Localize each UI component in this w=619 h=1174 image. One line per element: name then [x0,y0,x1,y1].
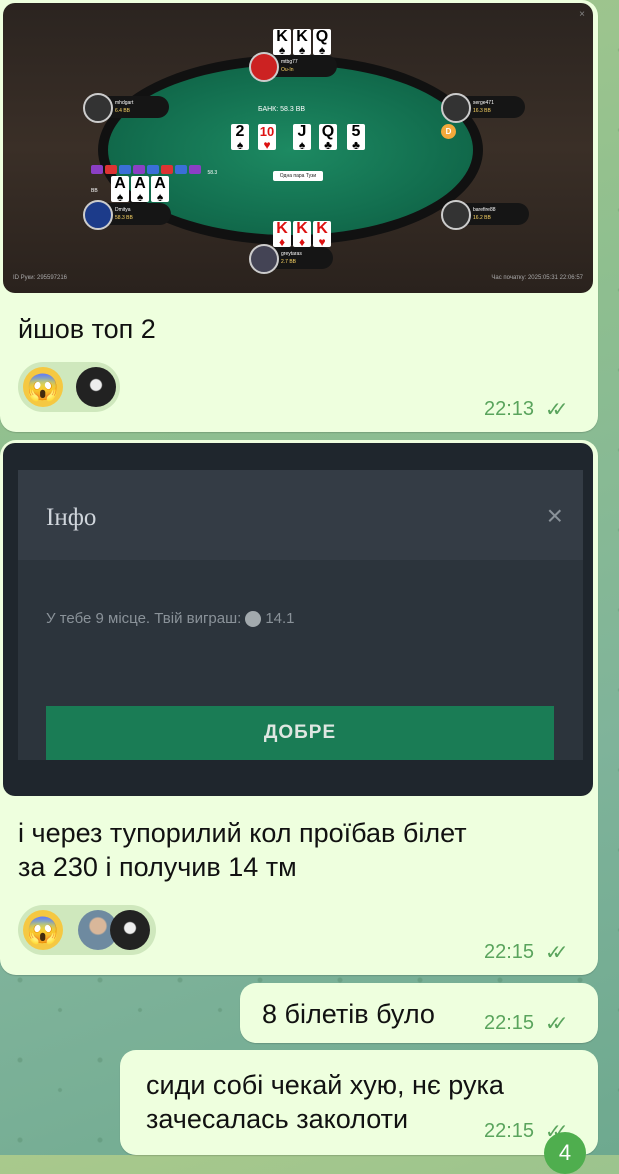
reactions[interactable]: 😱 [18,905,156,955]
avatar [76,367,116,407]
dialog-screenshot[interactable]: Інфо × У тебе 9 місце. Твій виграш: 14.1 … [3,443,593,796]
card: K ♥ [313,221,331,248]
dialog-header [18,470,583,560]
board-card: Q ♣ [319,124,337,151]
combo-label: Одна пара Тузи [273,171,323,181]
board-card: 2 ♠ [231,124,249,151]
message-text: сиди собі чекай хую, нє рука зачесалась … [146,1068,504,1136]
seat-top: mtbg77 Ou-In [249,52,337,82]
ok-button[interactable]: ДОБРЕ [46,706,554,760]
dialog-body: У тебе 9 місце. Твій виграш: 14.1 [46,610,295,628]
message-line: сиди собі чекай хую, нє рука [146,1070,504,1100]
seat-right-bottom: barefire88 16.2 BB [441,200,529,230]
hero-card: A ♠ [111,176,129,203]
reactions[interactable]: 😱 [18,362,120,412]
seat-bottom: greytaras 2.7 BB [249,244,333,274]
hero-card: A ♠ [131,176,149,203]
card: K ♦ [273,221,291,248]
board-card: 10 ♥ [258,124,276,152]
message-bubble[interactable]: Інфо × У тебе 9 місце. Твій виграш: 14.1 … [0,440,598,975]
message-time: 22:15 [484,1120,535,1142]
avatar [83,93,113,123]
avatar [249,52,279,82]
card: K ♠ [273,29,291,56]
message-bubble[interactable]: × K ♠ K ♠ Q ♠ mtbg77 Ou-In mhdgart 6.4 BB ser… [0,0,598,432]
avatar [83,200,113,230]
scream-emoji: 😱 [23,367,63,407]
message-text: йшов топ 2 [18,314,156,344]
board-card: 5 ♣ [347,124,365,151]
message-time: 22:15 [484,941,535,963]
dealer-button: D [441,124,456,139]
double-check-icon: ✓✓ [545,1013,568,1035]
message-bubble[interactable]: 8 білетів було 22:15 ✓✓ [240,983,598,1043]
card: K ♦ [293,221,311,248]
pot-label: БАНК: 58.3 BB [258,106,306,113]
double-check-icon: ✓✓ [545,399,568,421]
message-line: зачесалась заколоти [146,1104,409,1134]
card: Q ♠ [313,29,331,56]
close-icon: × [579,9,585,20]
avatar [110,910,150,950]
message-line: за 230 і получив 14 тм [18,852,297,882]
board-card: J ♠ [293,124,311,151]
message-text: 8 білетів було [262,999,435,1029]
chip-stack: 58.3 BB [91,161,221,194]
prize-value: 14.1 [265,610,295,627]
coin-icon [245,611,262,628]
message-line: і через тупорилий кол проїбав білет [18,818,467,848]
unread-badge[interactable]: 4 [544,1132,586,1174]
seat-left-top: mhdgart 6.4 BB [83,93,169,123]
message-time: 22:13 [484,398,535,420]
dialog-body-text: У тебе 9 місце. Твій виграш: [46,610,242,627]
close-icon[interactable]: × [547,500,563,532]
message-bubble[interactable]: сиди собі чекай хую, нє рука зачесалась … [120,1050,598,1155]
double-check-icon: ✓✓ [545,942,568,964]
info-dialog: Інфо × У тебе 9 місце. Твій виграш: 14.1 … [18,470,583,760]
avatar [441,93,471,123]
avatar [249,244,279,274]
card: K ♠ [293,29,311,56]
poker-screenshot[interactable]: × K ♠ K ♠ Q ♠ mtbg77 Ou-In mhdgart 6.4 BB ser… [3,3,593,293]
seat-left-bottom: Dmitya 58.3 BB [83,200,171,230]
hero-card: A ♠ [151,176,169,203]
dialog-title: Інфо [46,504,97,531]
message-time: 22:15 [484,1012,535,1034]
avatar [441,200,471,230]
seat-right-top: serge471 16.3 BB [441,93,525,123]
hand-id: ID Руки: 295597216 [13,275,68,281]
message-text: і через тупорилий кол проїбав білет за 2… [18,816,467,884]
start-time: Час початку: 2025:05:31 22:06:57 [491,275,583,281]
scream-emoji: 😱 [23,910,63,950]
